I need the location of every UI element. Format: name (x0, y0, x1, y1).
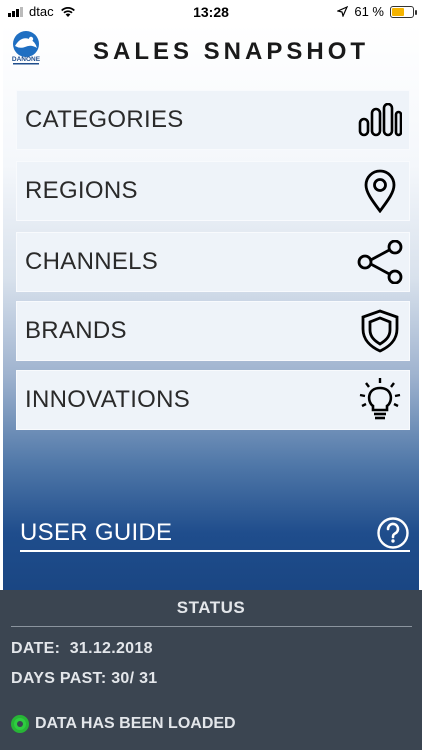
battery-percent: 61 % (354, 4, 384, 19)
danone-logo: DANONE (12, 31, 41, 65)
menu-item-categories[interactable]: CATEGORIES (16, 90, 410, 150)
status-title: STATUS (176, 598, 246, 617)
shield-icon (357, 308, 403, 354)
user-guide-link[interactable]: USER GUIDE (20, 516, 410, 552)
status-right: 61 % (337, 4, 417, 19)
location-pin-icon (357, 168, 403, 214)
days-label: DAYS PAST: (11, 670, 107, 687)
main-panel: DANONE SALES SNAPSHOT CATEGORIES REGIONS… (3, 24, 419, 590)
bar-chart-icon (357, 97, 403, 143)
status-bar: dtac 13:28 61 % (0, 0, 422, 24)
menu-item-brands[interactable]: BRANDS (16, 301, 410, 361)
share-icon (357, 239, 403, 285)
menu-item-label: CHANNELS (25, 248, 159, 275)
menu-item-label: INNOVATIONS (25, 386, 191, 413)
status-divider (11, 626, 412, 627)
date-label: DATE: (11, 640, 61, 657)
data-loaded-indicator: DATA HAS BEEN LOADED (11, 715, 236, 733)
lightbulb-icon (357, 377, 403, 423)
status-date: DATE: 31.12.2018 (11, 640, 153, 658)
page-title: SALES SNAPSHOT (92, 38, 370, 65)
menu-item-innovations[interactable]: INNOVATIONS (16, 370, 410, 430)
status-dot-icon (11, 715, 29, 733)
user-guide-label: USER GUIDE (20, 519, 173, 546)
status-days-past: DAYS PAST: 30/ 31 (11, 670, 158, 688)
menu-item-label: CATEGORIES (25, 106, 184, 133)
loaded-text: DATA HAS BEEN LOADED (35, 715, 236, 732)
date-value: 31.12.2018 (69, 640, 153, 657)
battery-fill (392, 7, 405, 16)
location-arrow-icon (337, 6, 349, 17)
status-panel: STATUS DATE: 31.12.2018 DAYS PAST: 30/ 3… (0, 590, 422, 750)
days-value: 30/ 31 (111, 670, 158, 687)
menu-item-regions[interactable]: REGIONS (16, 161, 410, 221)
menu-item-label: REGIONS (25, 177, 138, 204)
menu-item-label: BRANDS (25, 317, 127, 344)
logo-text: DANONE (12, 56, 41, 63)
battery-icon (390, 5, 417, 18)
menu-item-channels[interactable]: CHANNELS (16, 232, 410, 292)
question-icon (377, 517, 409, 549)
